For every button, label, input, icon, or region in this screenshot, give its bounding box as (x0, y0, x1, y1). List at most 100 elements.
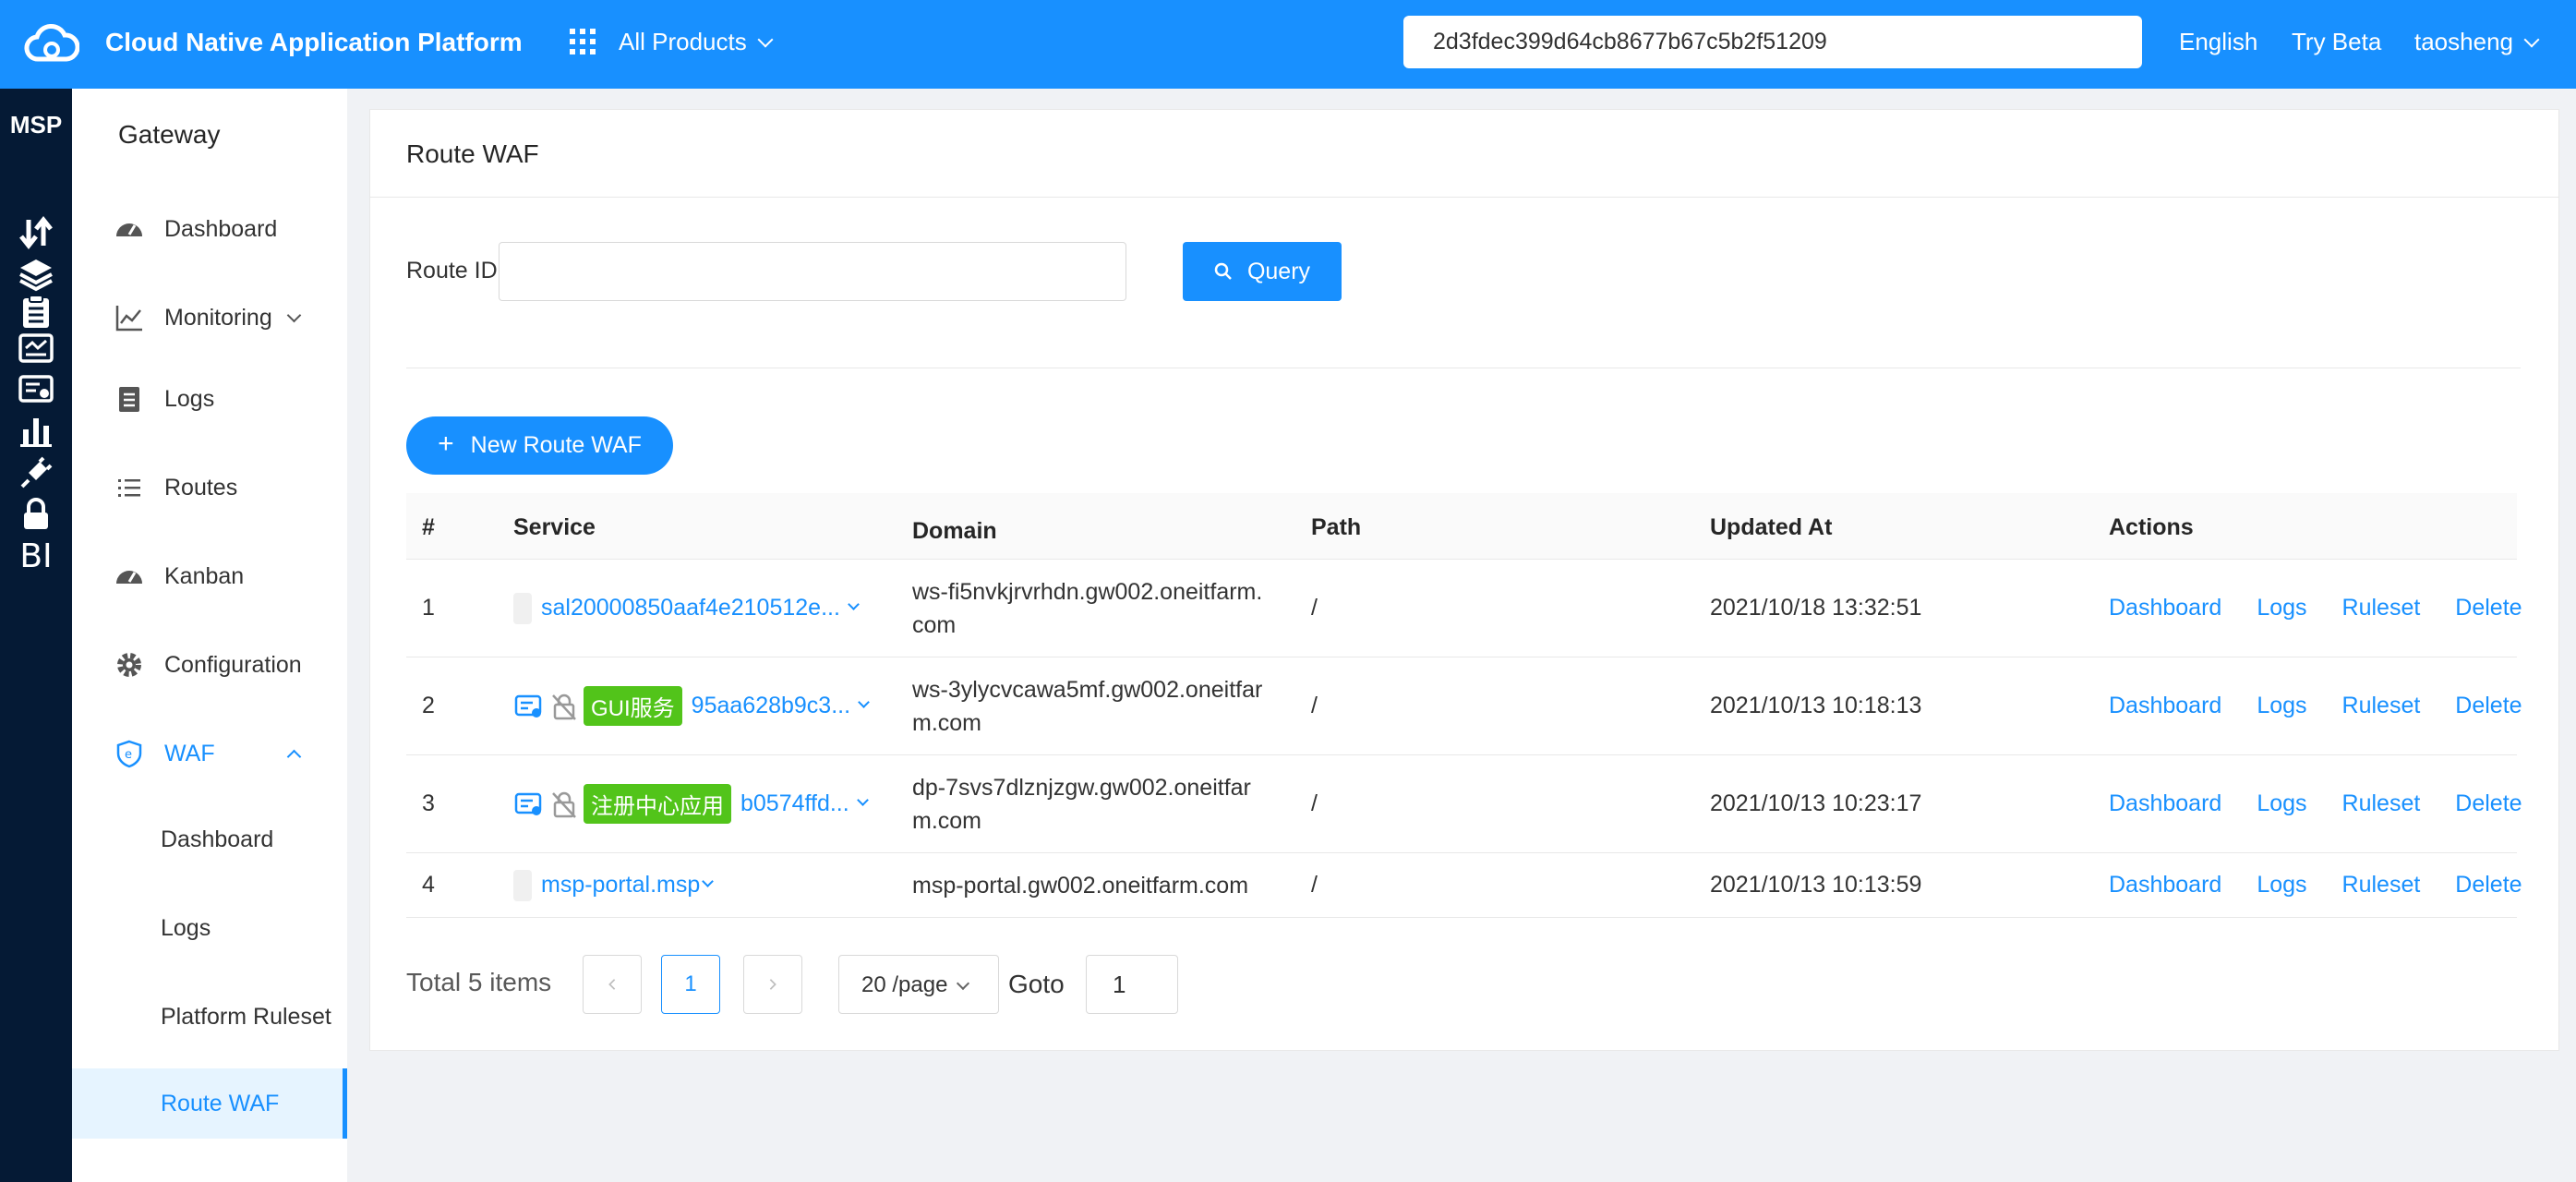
service-card-icon (513, 789, 545, 820)
delete-action-link[interactable]: Delete (2455, 872, 2522, 899)
gear-icon (113, 648, 146, 681)
user-menu[interactable]: taosheng (2414, 28, 2540, 56)
page-number-button[interactable]: 1 (661, 955, 720, 1014)
svg-text:e: e (125, 748, 132, 762)
sidebar-item-label: Logs (164, 385, 215, 412)
actions-cell: Dashboard Logs Ruleset Delete (2109, 755, 2558, 852)
dashboard-action-link[interactable]: Dashboard (2109, 595, 2221, 621)
column-header-service: Service (513, 514, 596, 540)
route-id-input[interactable] (499, 242, 1126, 301)
sidebar-item-waf[interactable]: e WAF (72, 726, 347, 781)
chevron-down-icon (286, 308, 302, 323)
sidebar-item-label: Dashboard (164, 215, 278, 242)
actions-cell: Dashboard Logs Ruleset Delete (2109, 657, 2558, 754)
logs-action-link[interactable]: Logs (2257, 595, 2306, 621)
apps-grid-icon[interactable] (570, 29, 596, 54)
dashboard-action-link[interactable]: Dashboard (2109, 693, 2221, 719)
service-card-icon (513, 691, 545, 722)
sidebar-subitem-platform-ruleset[interactable]: Platform Ruleset (72, 982, 347, 1052)
row-number: 4 (422, 872, 435, 898)
service-link[interactable]: sal20000850aaf4e210512e... (541, 595, 840, 621)
route-id-label: Route ID (406, 258, 498, 283)
line-chart-icon (113, 301, 146, 334)
sidebar-item-monitoring[interactable]: Monitoring (72, 290, 347, 345)
bi-icon[interactable]: BI (12, 532, 60, 580)
domain-text: dp-7svs7dlznjzgw.gw002.oneitfar (912, 774, 1251, 801)
all-products-menu[interactable]: All Products (619, 28, 774, 56)
path-cell: / (1311, 872, 1318, 898)
service-link[interactable]: msp-portal.msp (541, 872, 700, 899)
service-link[interactable]: 95aa628b9c3... (692, 693, 850, 719)
sidebar-item-dashboard[interactable]: Dashboard (72, 201, 347, 257)
language-switch[interactable]: English (2179, 28, 2257, 56)
logs-action-link[interactable]: Logs (2257, 790, 2306, 817)
updated-at-cell: 2021/10/13 10:23:17 (1710, 790, 1922, 816)
page-title: Route WAF (406, 139, 539, 168)
chevron-down-icon[interactable] (856, 794, 869, 806)
dashboard-action-link[interactable]: Dashboard (2109, 790, 2221, 817)
logs-action-link[interactable]: Logs (2257, 872, 2306, 899)
ruleset-action-link[interactable]: Ruleset (2342, 595, 2421, 621)
try-beta-link[interactable]: Try Beta (2292, 28, 2381, 56)
global-search-input[interactable]: 2d3fdec399d64cb8677b67c5b2f51209 (1403, 16, 2142, 68)
chevron-down-icon (757, 31, 774, 48)
ruleset-action-link[interactable]: Ruleset (2342, 790, 2421, 817)
goto-page-input[interactable]: 1 (1086, 955, 1178, 1014)
delete-action-link[interactable]: Delete (2455, 790, 2522, 817)
new-route-waf-button[interactable]: + New Route WAF (406, 416, 673, 475)
top-navbar: Cloud Native Application Platform All Pr… (0, 0, 2576, 89)
logs-action-link[interactable]: Logs (2257, 693, 2306, 719)
delete-action-link[interactable]: Delete (2455, 595, 2522, 621)
table-header: # Service Domain Path Updated At Actions (406, 493, 2517, 560)
msp-label[interactable]: MSP (0, 111, 72, 139)
dashboard-gauge-icon (113, 212, 146, 246)
dashboard-action-link[interactable]: Dashboard (2109, 872, 2221, 899)
sidebar-subitem-waf-logs[interactable]: Logs (72, 893, 347, 963)
sidebar-subitem-route-waf[interactable]: Route WAF (72, 1068, 347, 1139)
chevron-left-icon (608, 979, 616, 990)
service-link[interactable]: b0574ffd... (740, 790, 849, 817)
prev-page-button[interactable] (583, 955, 642, 1014)
chevron-down-icon[interactable] (702, 875, 715, 887)
service-tag: GUI服务 (584, 686, 682, 726)
dashboard-gauge-icon (113, 560, 146, 593)
sidebar-item-routes[interactable]: Routes (72, 460, 347, 515)
query-label: Query (1246, 258, 1311, 284)
domain-text: m.com (912, 709, 981, 736)
sidebar-item-kanban[interactable]: Kanban (72, 549, 347, 604)
chevron-down-icon (957, 976, 970, 991)
row-number: 3 (422, 790, 435, 816)
shield-icon: e (113, 737, 146, 770)
gateway-sidebar: Gateway Dashboard Monitoring Logs Routes… (72, 89, 347, 1182)
ruleset-action-link[interactable]: Ruleset (2342, 693, 2421, 719)
list-icon (113, 471, 146, 504)
all-products-label: All Products (619, 28, 747, 55)
actions-cell: Dashboard Logs Ruleset Delete (2109, 853, 2558, 917)
route-waf-card: Route WAF Route ID Query + New Route WAF… (369, 109, 2559, 1051)
app-title[interactable]: Cloud Native Application Platform (105, 28, 523, 57)
path-cell: / (1311, 693, 1318, 718)
service-cell: sal20000850aaf4e210512e... (513, 560, 860, 657)
page-size-select[interactable]: 20 /page (838, 955, 999, 1014)
sidebar-item-configuration[interactable]: Configuration (72, 637, 347, 693)
sidebar-subitem-waf-dashboard[interactable]: Dashboard (72, 804, 347, 874)
chevron-down-icon[interactable] (858, 696, 870, 708)
ruleset-action-link[interactable]: Ruleset (2342, 872, 2421, 899)
product-rail: MSP BI (0, 89, 72, 1182)
sidebar-item-label: WAF (164, 740, 215, 766)
service-placeholder-icon (513, 592, 532, 624)
chevron-down-icon[interactable] (848, 598, 860, 610)
sidebar-item-logs[interactable]: Logs (72, 371, 347, 427)
query-button[interactable]: Query (1183, 242, 1342, 301)
path-cell: / (1311, 595, 1318, 621)
actions-cell: Dashboard Logs Ruleset Delete (2109, 560, 2558, 657)
page-size-value: 20 /page (861, 972, 948, 997)
cloud-logo-icon[interactable] (24, 22, 80, 65)
service-placeholder-icon (513, 869, 532, 901)
table-row: 3 注册中心应用 b0574ffd... dp-7svs7dlznjzgw.gw… (406, 755, 2522, 853)
domain-cell: ws-3ylycvcawa5mf.gw002.oneitfar m.com (912, 657, 1300, 754)
service-cell: GUI服务 95aa628b9c3... (513, 657, 870, 754)
delete-action-link[interactable]: Delete (2455, 693, 2522, 719)
next-page-button[interactable] (743, 955, 802, 1014)
updated-at-cell: 2021/10/13 10:18:13 (1710, 693, 1922, 718)
